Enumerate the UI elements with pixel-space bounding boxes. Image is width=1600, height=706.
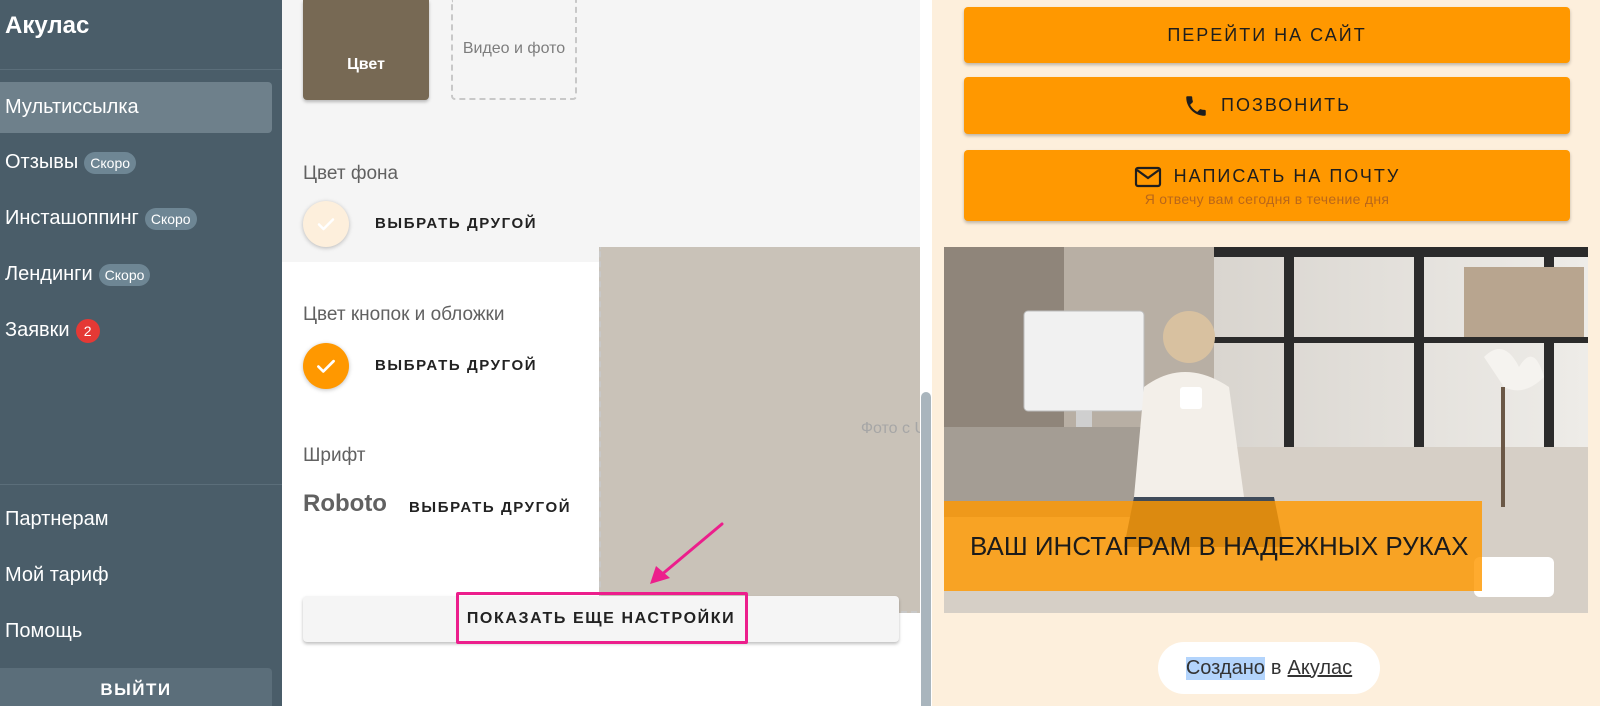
count-badge: 2 xyxy=(75,318,100,343)
soon-badge: Скоро xyxy=(84,151,137,174)
button-color-label: Цвет кнопок и обложки xyxy=(303,304,505,325)
choose-font-button[interactable]: ВЫБРАТЬ ДРУГОЙ xyxy=(409,499,571,516)
check-icon xyxy=(317,359,335,373)
preview-call-button[interactable]: ПОЗВОНИТЬ xyxy=(964,77,1570,134)
preview-website-button[interactable]: ПЕРЕЙТИ НА САЙТ xyxy=(964,7,1570,63)
nav-label: Помощь xyxy=(5,620,83,642)
divider xyxy=(0,69,282,70)
nav-item-multilink[interactable]: Мультиссылка xyxy=(0,82,272,133)
nav-label: Отзывы xyxy=(5,151,79,173)
phone-icon xyxy=(1186,95,1206,116)
made-with-credit: Создано в Акулас xyxy=(1158,642,1380,694)
sidebar: Акулас Мультиссылка Отзывы Скоро Инсташо… xyxy=(0,0,282,706)
preview-button-label: НАПИСАТЬ НА ПОЧТУ xyxy=(1173,166,1401,186)
nav-label: Лендинги xyxy=(5,263,93,285)
nav-label: Мультиссылка xyxy=(5,96,139,118)
page-preview: ПЕРЕЙТИ НА САЙТ ПОЗВОНИТЬ НАПИСАТЬ НА ПО… xyxy=(932,0,1600,706)
annotation-highlight-box xyxy=(456,592,748,644)
settings-panel: Цвет Видео и фото Фото с Unsplash Цвет ф… xyxy=(282,0,1243,706)
preview-button-label: ПЕРЕЙТИ НА САЙТ xyxy=(1167,24,1367,45)
soon-badge: Скоро xyxy=(144,207,197,230)
logout-button[interactable]: ВЫЙТИ xyxy=(0,668,272,706)
bg-type-color-tile[interactable]: Цвет xyxy=(303,0,429,100)
nav-item-my-plan[interactable]: Мой тариф xyxy=(0,550,272,601)
mail-icon xyxy=(1134,166,1161,187)
nav-item-landings[interactable]: Лендинги Скоро xyxy=(0,249,272,300)
nav-label: Мой тариф xyxy=(5,564,109,586)
nav-label: Заявки xyxy=(5,319,70,341)
nav-item-reviews[interactable]: Отзывы Скоро xyxy=(0,137,272,188)
credit-link[interactable]: Акулас xyxy=(1288,657,1353,680)
nav-item-help[interactable]: Помощь xyxy=(0,606,272,657)
annotation-arrow-icon xyxy=(650,522,724,584)
preview-button-subtitle: Я отвечу вам сегодня в течение дня xyxy=(1144,190,1390,207)
cover-photo: ВАШ ИНСТАГРАМ В НАДЕЖНЫХ РУКАХ xyxy=(944,247,1588,613)
credit-text: Создано xyxy=(1185,656,1265,680)
bg-color-swatch[interactable] xyxy=(303,201,349,247)
bg-color-label: Цвет фона xyxy=(303,163,399,184)
bg-type-video-tile[interactable]: Видео и фото xyxy=(451,0,577,100)
brand-logo[interactable]: Акулас xyxy=(5,12,89,40)
check-icon xyxy=(317,218,335,231)
cover-title: ВАШ ИНСТАГРАМ В НАДЕЖНЫХ РУКАХ xyxy=(944,501,1482,591)
soon-badge: Скоро xyxy=(98,263,151,286)
font-value: Roboto xyxy=(303,490,387,517)
nav-label: Партнерам xyxy=(5,508,109,530)
divider xyxy=(0,484,282,485)
nav-item-requests[interactable]: Заявки 2 xyxy=(0,305,272,356)
scrollbar-thumb[interactable] xyxy=(921,392,931,706)
nav-item-instashopping[interactable]: Инсташоппинг Скоро xyxy=(0,193,272,244)
button-color-swatch[interactable] xyxy=(303,343,349,389)
nav-label: Инсташоппинг xyxy=(5,207,139,229)
credit-in-text: в xyxy=(1270,656,1282,679)
preview-button-label: ПОЗВОНИТЬ xyxy=(1221,95,1351,115)
nav-item-partners[interactable]: Партнерам xyxy=(0,494,272,545)
choose-button-color-button[interactable]: ВЫБРАТЬ ДРУГОЙ xyxy=(375,357,537,374)
preview-email-button[interactable]: НАПИСАТЬ НА ПОЧТУ Я отвечу вам сегодня в… xyxy=(964,150,1570,221)
font-label: Шрифт xyxy=(303,445,366,466)
choose-bg-color-button[interactable]: ВЫБРАТЬ ДРУГОЙ xyxy=(375,215,537,232)
